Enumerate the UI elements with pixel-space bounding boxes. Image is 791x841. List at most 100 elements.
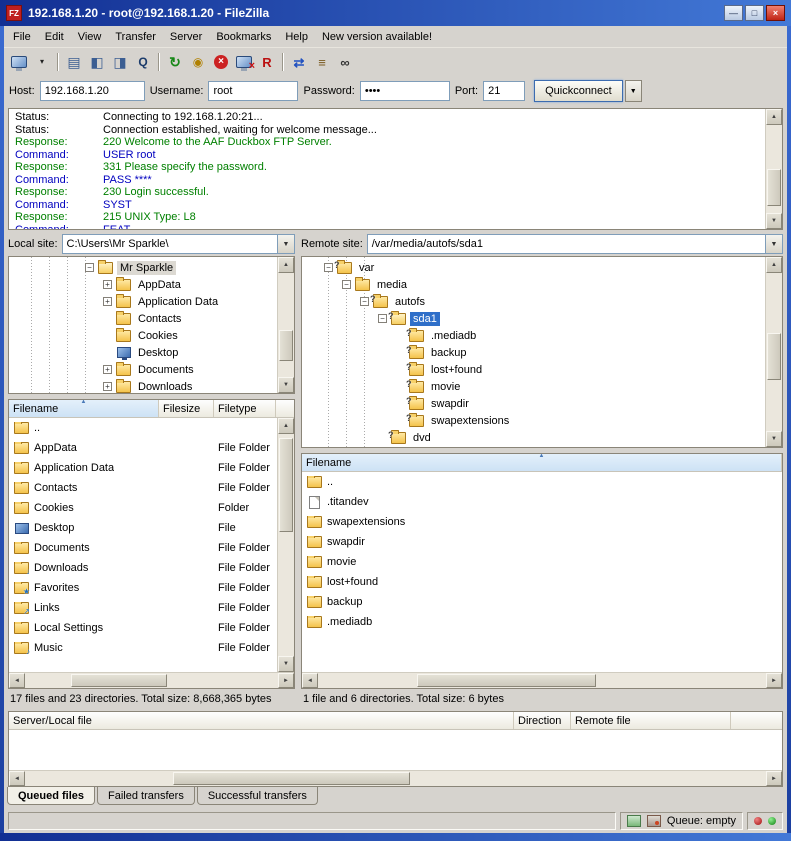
menu-item-transfer[interactable]: Transfer bbox=[108, 28, 163, 46]
scroll-track[interactable] bbox=[278, 434, 294, 656]
refresh-button[interactable]: ↻ bbox=[164, 51, 186, 73]
scroll-left-button[interactable]: ◄ bbox=[9, 771, 25, 786]
log-scrollbar[interactable]: ▲▼ bbox=[765, 109, 782, 229]
scroll-down-button[interactable]: ▼ bbox=[278, 377, 294, 393]
file-row-swapdir[interactable]: swapdir bbox=[302, 532, 782, 552]
file-row-swapextensions[interactable]: swapextensions bbox=[302, 512, 782, 532]
scroll-thumb[interactable] bbox=[767, 169, 781, 206]
tree-item-swapextensions[interactable]: ?swapextensions bbox=[302, 412, 765, 429]
menu-item-view[interactable]: View bbox=[71, 28, 109, 46]
local-site-dropdown-icon[interactable]: ▼ bbox=[277, 235, 294, 253]
reconnect-button[interactable]: R bbox=[256, 51, 278, 73]
menu-item-edit[interactable]: Edit bbox=[38, 28, 71, 46]
directory-comparison-button[interactable]: ≡ bbox=[311, 51, 333, 73]
site-manager-dropdown-button[interactable]: ▾ bbox=[31, 51, 53, 73]
menu-item-bookmarks[interactable]: Bookmarks bbox=[209, 28, 278, 46]
file-row-local-settings[interactable]: Local SettingsFile Folder bbox=[9, 618, 277, 638]
tree-item-autofs[interactable]: −?autofs bbox=[302, 293, 765, 310]
file-row-contacts[interactable]: ContactsFile Folder bbox=[9, 478, 277, 498]
tree-item-mr-sparkle[interactable]: −Mr Sparkle bbox=[9, 259, 277, 276]
username-input[interactable] bbox=[208, 81, 298, 101]
tree-item-documents[interactable]: +Documents bbox=[9, 361, 277, 378]
column-header-direction[interactable]: Direction bbox=[514, 712, 571, 729]
menu-item-new-version-available[interactable]: New version available! bbox=[315, 28, 439, 46]
quickconnect-dropdown-button[interactable]: ▼ bbox=[625, 80, 642, 102]
host-input[interactable] bbox=[40, 81, 145, 101]
expand-icon[interactable]: + bbox=[103, 297, 112, 306]
expand-icon[interactable]: + bbox=[103, 382, 112, 391]
remote-list-hscrollbar[interactable]: ◄► bbox=[302, 672, 782, 688]
expand-icon[interactable]: + bbox=[103, 365, 112, 374]
menu-item-help[interactable]: Help bbox=[278, 28, 315, 46]
scroll-down-button[interactable]: ▼ bbox=[766, 431, 782, 447]
file-row-favorites[interactable]: ★FavoritesFile Folder bbox=[9, 578, 277, 598]
scroll-up-button[interactable]: ▲ bbox=[766, 109, 782, 125]
scroll-down-button[interactable]: ▼ bbox=[278, 656, 294, 672]
toggle-remote-tree-button[interactable]: ◨ bbox=[109, 51, 131, 73]
column-header-remote-file[interactable]: Remote file bbox=[571, 712, 731, 729]
remote-site-combobox[interactable]: /var/media/autofs/sda1 ▼ bbox=[367, 234, 783, 254]
cancel-operation-button[interactable]: × bbox=[210, 51, 232, 73]
tree-item-backup[interactable]: ?backup bbox=[302, 344, 765, 361]
minimize-button[interactable]: — bbox=[724, 5, 743, 21]
remote-site-dropdown-icon[interactable]: ▼ bbox=[765, 235, 782, 253]
scroll-right-button[interactable]: ► bbox=[766, 673, 782, 688]
column-header-filename[interactable]: Filename▲ bbox=[9, 400, 159, 417]
tree-item-sda1[interactable]: −?sda1 bbox=[302, 310, 765, 327]
remote-tree-scrollbar[interactable]: ▲▼ bbox=[765, 257, 782, 447]
scroll-thumb[interactable] bbox=[279, 438, 293, 531]
file-row-downloads[interactable]: ↓DownloadsFile Folder bbox=[9, 558, 277, 578]
collapse-icon[interactable]: − bbox=[378, 314, 387, 323]
tree-item-swapdir[interactable]: ?swapdir bbox=[302, 395, 765, 412]
scroll-down-button[interactable]: ▼ bbox=[766, 213, 782, 229]
scroll-track[interactable] bbox=[25, 771, 766, 786]
find-files-button[interactable]: ∞ bbox=[334, 51, 356, 73]
scroll-thumb[interactable] bbox=[71, 674, 167, 687]
collapse-icon[interactable]: − bbox=[342, 280, 351, 289]
toggle-local-tree-button[interactable]: ◧ bbox=[86, 51, 108, 73]
quickconnect-button[interactable]: Quickconnect bbox=[534, 80, 623, 102]
tree-item-dvd[interactable]: ?dvd bbox=[302, 429, 765, 446]
scroll-track[interactable] bbox=[278, 273, 294, 377]
tree-item-mediadb[interactable]: ?.mediadb bbox=[302, 327, 765, 344]
file-row-titandev[interactable]: .titandev bbox=[302, 492, 782, 512]
file-row-mediadb[interactable]: .mediadb bbox=[302, 612, 782, 632]
toggle-message-log-button[interactable]: ▤ bbox=[63, 51, 85, 73]
column-header-filetype[interactable]: Filetype bbox=[214, 400, 276, 417]
tree-item-application-data[interactable]: +Application Data bbox=[9, 293, 277, 310]
toggle-transfer-queue-button[interactable]: Q bbox=[132, 51, 154, 73]
file-row-movie[interactable]: movie bbox=[302, 552, 782, 572]
collapse-icon[interactable]: − bbox=[85, 263, 94, 272]
tab-successful-transfers[interactable]: Successful transfers bbox=[197, 787, 318, 805]
local-list-hscrollbar[interactable]: ◄► bbox=[9, 672, 294, 688]
scroll-thumb[interactable] bbox=[173, 772, 410, 785]
synchronized-browsing-button[interactable]: ⇄ bbox=[288, 51, 310, 73]
scroll-right-button[interactable]: ► bbox=[766, 771, 782, 786]
title-bar[interactable]: FZ 192.168.1.20 - root@192.168.1.20 - Fi… bbox=[0, 0, 791, 26]
file-row-item[interactable]: .. bbox=[302, 472, 782, 492]
speed-limit-icon[interactable] bbox=[627, 815, 641, 827]
file-row-documents[interactable]: DocumentsFile Folder bbox=[9, 538, 277, 558]
tree-item-media[interactable]: −media bbox=[302, 276, 765, 293]
scroll-thumb[interactable] bbox=[767, 333, 781, 380]
tree-item-var[interactable]: −?var bbox=[302, 259, 765, 276]
process-queue-button[interactable]: ◉ bbox=[187, 51, 209, 73]
scroll-right-button[interactable]: ► bbox=[278, 673, 294, 688]
menu-item-file[interactable]: File bbox=[6, 28, 38, 46]
scroll-thumb[interactable] bbox=[417, 674, 596, 687]
file-row-application-data[interactable]: Application DataFile Folder bbox=[9, 458, 277, 478]
password-input[interactable] bbox=[360, 81, 450, 101]
tree-item-downloads[interactable]: +Downloads bbox=[9, 378, 277, 393]
file-row-item[interactable]: .. bbox=[9, 418, 277, 438]
tree-item-lost-found[interactable]: ?lost+found bbox=[302, 361, 765, 378]
maximize-button[interactable]: □ bbox=[745, 5, 764, 21]
file-row-desktop[interactable]: DesktopFile bbox=[9, 518, 277, 538]
tab-failed-transfers[interactable]: Failed transfers bbox=[97, 787, 195, 805]
tree-item-contacts[interactable]: Contacts bbox=[9, 310, 277, 327]
file-row-appdata[interactable]: AppDataFile Folder bbox=[9, 438, 277, 458]
file-row-links[interactable]: ↗LinksFile Folder bbox=[9, 598, 277, 618]
scroll-track[interactable] bbox=[766, 273, 782, 431]
column-header-filename[interactable]: Filename▲ bbox=[302, 454, 782, 471]
file-row-cookies[interactable]: CookiesFolder bbox=[9, 498, 277, 518]
column-header-server-local-file[interactable]: Server/Local file bbox=[9, 712, 514, 729]
